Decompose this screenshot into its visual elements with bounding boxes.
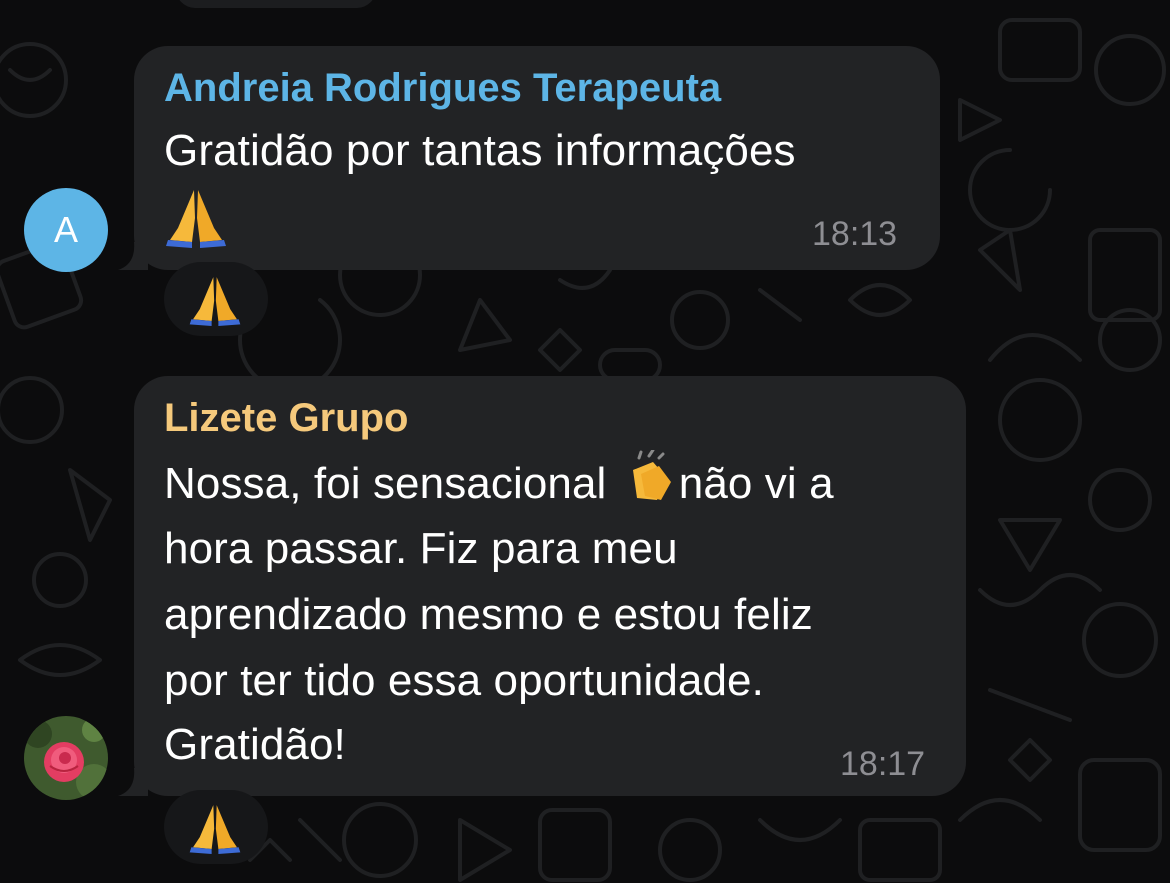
message-text-line: Gratidão! <box>164 720 346 769</box>
previous-reaction-pill[interactable] <box>176 0 376 8</box>
sender-name[interactable]: Lizete Grupo <box>164 394 408 442</box>
reaction-pill[interactable] <box>164 790 268 864</box>
message-text-part: não vi a <box>678 459 834 508</box>
message-time: 18:17 <box>840 745 926 783</box>
message-text-part: Nossa, foi sensacional <box>164 459 619 508</box>
bubble-tail <box>118 242 148 270</box>
praying-hands-icon <box>166 190 226 248</box>
message-bubble[interactable]: Lizete Grupo Nossa, foi sensacional não … <box>118 376 966 796</box>
message-text-line: hora passar. Fiz para meu <box>164 524 678 573</box>
message-text: Gratidão por tantas informações <box>164 126 796 175</box>
clapping-hands-icon <box>632 450 671 500</box>
sender-name[interactable]: Andreia Rodrigues Terapeuta <box>164 64 721 112</box>
message-time: 18:13 <box>812 215 898 253</box>
praying-hands-icon <box>189 805 241 854</box>
chat-view[interactable]: Andreia Rodrigues Terapeuta Gratidão por… <box>0 0 1170 883</box>
message-bubble[interactable]: Andreia Rodrigues Terapeuta Gratidão por… <box>118 46 940 270</box>
message-text-line: por ter tido essa oportunidade. <box>164 656 764 705</box>
avatar[interactable]: A <box>24 188 108 272</box>
rose-avatar-icon <box>24 716 108 800</box>
message-text-line: Nossa, foi sensacional não vi a <box>164 450 834 516</box>
reaction-pill[interactable] <box>164 262 268 336</box>
praying-hands-icon <box>189 277 241 326</box>
bubble-tail <box>118 768 148 796</box>
message-text-line: aprendizado mesmo e estou feliz <box>164 590 813 639</box>
avatar[interactable] <box>24 716 108 800</box>
